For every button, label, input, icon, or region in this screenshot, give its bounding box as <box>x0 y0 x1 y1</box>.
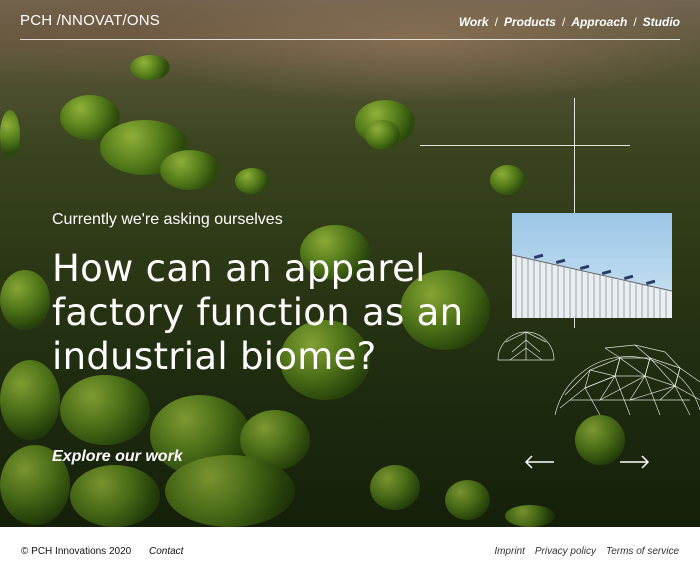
copyright-text: © PCH Innovations 2020 <box>21 546 132 557</box>
nav-item-products[interactable]: Products <box>504 15 556 29</box>
nav-separator: / <box>561 15 566 29</box>
hero-eyebrow: Currently we're asking ourselves <box>52 211 283 228</box>
legal-links: Imprint Privacy policy Terms of service <box>494 546 679 557</box>
hero-section: PCH /NNOVAT/ONS Work / Products / Approa… <box>0 0 700 527</box>
logo[interactable]: PCH /NNOVAT/ONS <box>20 12 160 29</box>
arrow-right-icon[interactable] <box>616 452 652 472</box>
main-nav: Work / Products / Approach / Studio <box>459 15 680 29</box>
nav-item-studio[interactable]: Studio <box>643 15 680 29</box>
nav-separator: / <box>633 15 637 29</box>
privacy-policy-link[interactable]: Privacy policy <box>535 546 596 557</box>
arrow-left-icon[interactable] <box>522 452 558 472</box>
site-footer: © PCH Innovations 2020 Contact Imprint P… <box>0 527 700 580</box>
geodesic-dome-graphic <box>497 331 700 416</box>
contact-link[interactable]: Contact <box>149 546 183 557</box>
site-header: PCH /NNOVAT/ONS Work / Products / Approa… <box>20 0 680 40</box>
nav-separator: / <box>494 15 498 29</box>
crosshair-horizontal-line <box>420 145 630 146</box>
explore-work-link[interactable]: Explore our work <box>52 448 183 466</box>
terms-of-service-link[interactable]: Terms of service <box>606 546 679 557</box>
nav-item-work[interactable]: Work <box>459 15 489 29</box>
hero-headline: How can an apparel factory function as a… <box>52 247 464 378</box>
nav-item-approach[interactable]: Approach <box>571 15 627 29</box>
imprint-link[interactable]: Imprint <box>494 546 525 557</box>
